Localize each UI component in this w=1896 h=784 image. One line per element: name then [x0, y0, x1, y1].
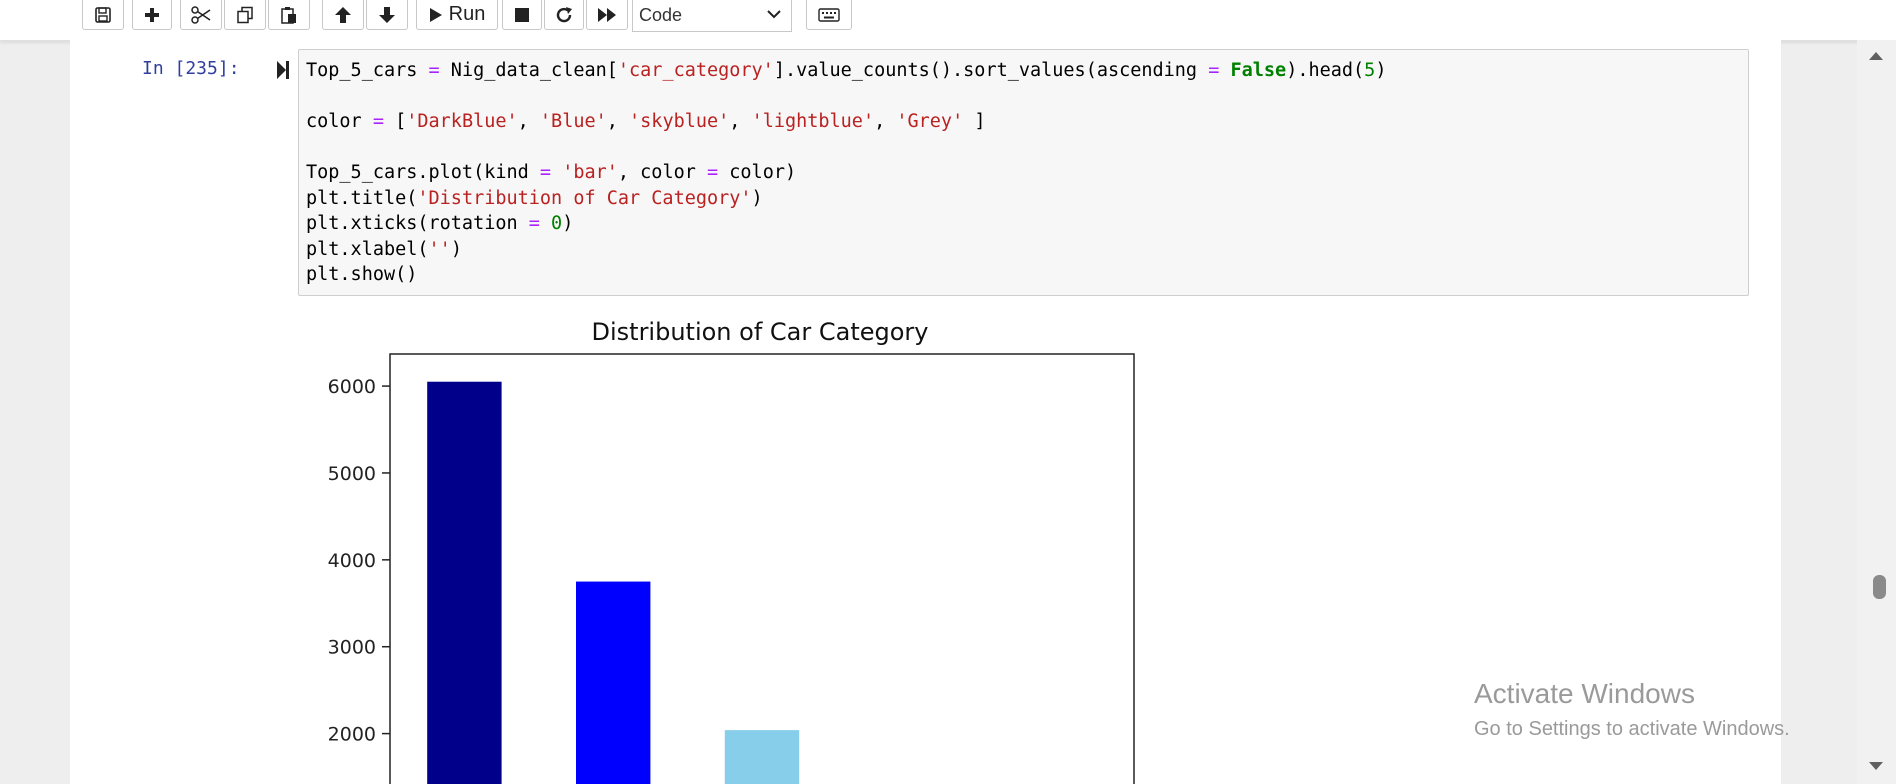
plus-icon: [145, 7, 159, 22]
code-line: plt.xlabel(''): [306, 238, 462, 260]
scissors-icon: [191, 5, 211, 24]
restart-run-all-button[interactable]: [586, 0, 628, 30]
stop-icon: [515, 7, 529, 22]
cut-button[interactable]: [180, 0, 222, 30]
move-up-button[interactable]: [322, 0, 364, 30]
bars-group: [427, 381, 800, 784]
run-button[interactable]: Run: [416, 0, 498, 30]
paste-icon: [281, 6, 296, 24]
run-icon: [429, 7, 442, 22]
restart-icon: [556, 6, 572, 22]
copy-button[interactable]: [224, 0, 266, 30]
keyboard-icon: [818, 7, 840, 22]
run-label: Run: [448, 3, 486, 25]
bar-2: [724, 730, 800, 784]
command-palette-button[interactable]: [806, 0, 852, 30]
restart-button[interactable]: [544, 0, 584, 30]
y-tick-label: 4000: [328, 550, 376, 572]
code-line: Top_5_cars = Nig_data_clean['car_categor…: [306, 60, 1387, 81]
scroll-up-icon[interactable]: [1867, 50, 1885, 62]
code-line: plt.show(): [306, 264, 418, 285]
scrollbar-thumb[interactable]: [1873, 575, 1886, 599]
cell-prompt: In [235]:: [142, 58, 240, 79]
save-icon: [95, 6, 111, 23]
code-editor[interactable]: Top_5_cars = Nig_data_clean['car_categor…: [299, 50, 1748, 296]
y-tick-label: 2000: [328, 724, 376, 746]
notebook-toolbar: Run Code: [0, 0, 1896, 41]
code-line: Top_5_cars.plot(kind = 'bar', color = co…: [306, 162, 797, 183]
scroll-down-icon[interactable]: [1867, 760, 1885, 772]
bar-chart: Distribution of Car Category 2000 3000 400…: [328, 318, 1135, 784]
chevron-down-icon: [767, 10, 781, 19]
activate-windows-subtitle: Go to Settings to activate Windows.: [1474, 718, 1790, 740]
move-down-button[interactable]: [366, 0, 408, 30]
bar-0: [427, 381, 502, 784]
chart-title: Distribution of Car Category: [592, 318, 929, 346]
arrow-down-icon: [379, 6, 395, 23]
arrow-up-icon: [335, 6, 351, 23]
code-line: plt.xticks(rotation = 0): [306, 213, 574, 234]
y-tick-label: 5000: [328, 463, 376, 485]
cell-type-value: Code: [639, 5, 683, 25]
copy-icon: [237, 6, 253, 23]
vertical-scrollbar[interactable]: [1857, 40, 1896, 784]
code-line: color = ['DarkBlue', 'Blue', 'skyblue', …: [306, 111, 986, 132]
code-line: plt.title('Distribution of Car Category'…: [306, 187, 763, 209]
code-cell-input[interactable]: Top_5_cars = Nig_data_clean['car_categor…: [298, 49, 1749, 296]
insert-cell-button[interactable]: [132, 0, 172, 30]
y-axis: 2000 3000 4000 5000 6000: [328, 376, 390, 746]
activate-windows-title: Activate Windows: [1474, 678, 1695, 709]
y-tick-label: 3000: [328, 637, 376, 659]
bar-1: [576, 581, 651, 784]
paste-button[interactable]: [268, 0, 310, 30]
cell-type-select[interactable]: Code: [632, 0, 792, 32]
save-button[interactable]: [82, 0, 124, 30]
fast-forward-icon: [598, 7, 616, 22]
collapse-marker-icon[interactable]: [276, 60, 290, 80]
interrupt-button[interactable]: [502, 0, 542, 30]
y-tick-label: 6000: [328, 376, 376, 398]
